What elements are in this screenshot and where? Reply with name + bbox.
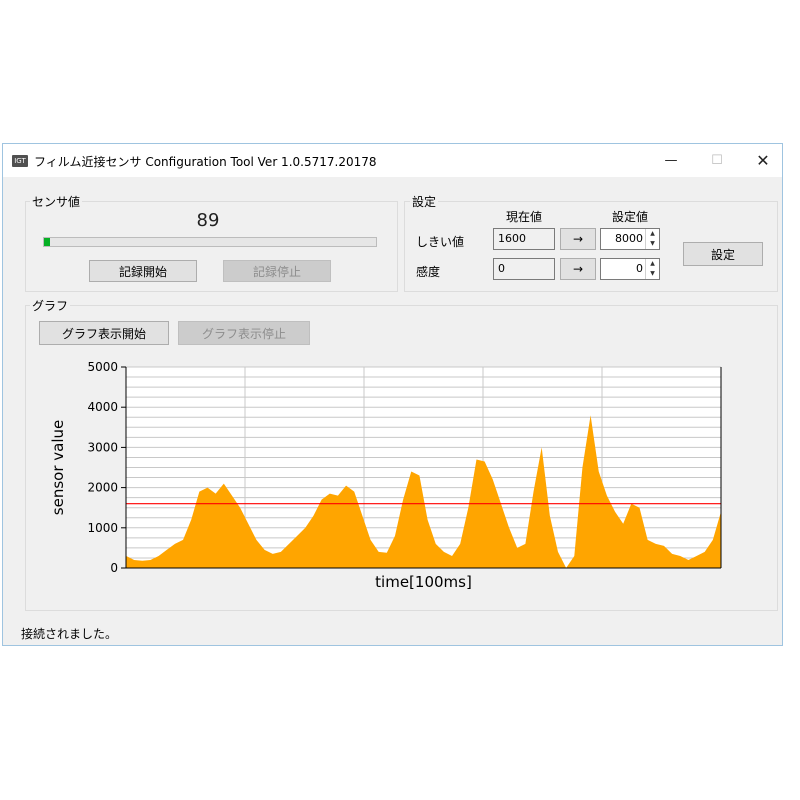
minimize-button[interactable]: — — [648, 144, 694, 177]
apply-settings-button[interactable]: 設定 — [683, 242, 763, 266]
sensor-progress-bar — [43, 237, 377, 247]
threshold-current-field: 1600 — [493, 228, 555, 250]
threshold-copy-button[interactable]: → — [560, 228, 596, 250]
settings-group-title: 設定 — [410, 193, 439, 210]
spin-up-icon[interactable]: ▲ — [646, 229, 659, 239]
spin-up-icon[interactable]: ▲ — [646, 259, 659, 269]
threshold-label: しきい値 — [416, 235, 465, 249]
graph-group-title: グラフ — [30, 297, 71, 314]
sensitivity-spin-arrows[interactable]: ▲ ▼ — [645, 259, 659, 279]
current-value-header: 現在値 — [506, 210, 543, 224]
sensor-value-readout: 89 — [196, 210, 220, 231]
maximize-button[interactable]: ☐ — [694, 144, 740, 177]
y-axis-label: sensor value — [49, 420, 67, 515]
stop-record-button[interactable]: 記録停止 — [223, 260, 331, 282]
setting-value-header: 設定値 — [612, 210, 649, 224]
y-tick-label: 2000 — [87, 481, 118, 495]
y-tick-label: 4000 — [87, 400, 118, 414]
threshold-spin-arrows[interactable]: ▲ ▼ — [645, 229, 659, 249]
x-axis-label: time[100ms] — [375, 573, 472, 591]
window-title: フィルム近接センサ Configuration Tool Ver 1.0.571… — [34, 155, 377, 169]
y-tick-label: 3000 — [87, 440, 118, 454]
sensitivity-current-field: 0 — [493, 258, 555, 280]
threshold-setting-stepper[interactable]: 8000 ▲ ▼ — [600, 228, 660, 250]
spin-down-icon[interactable]: ▼ — [646, 239, 659, 249]
y-tick-label: 0 — [110, 561, 118, 575]
y-tick-label: 1000 — [87, 521, 118, 535]
sensitivity-setting-value: 0 — [636, 262, 643, 275]
app-icon: IGT — [12, 155, 28, 167]
sensitivity-copy-button[interactable]: → — [560, 258, 596, 280]
sensor-group-title: センサ値 — [30, 193, 83, 210]
sensitivity-setting-stepper[interactable]: 0 ▲ ▼ — [600, 258, 660, 280]
close-button[interactable]: ✕ — [740, 144, 786, 177]
start-record-button[interactable]: 記録開始 — [89, 260, 197, 282]
start-graph-button[interactable]: グラフ表示開始 — [39, 321, 169, 345]
sensor-progress-fill — [44, 238, 50, 246]
spin-down-icon[interactable]: ▼ — [646, 269, 659, 279]
sensitivity-label: 感度 — [416, 265, 441, 279]
status-bar-text: 接続されました。 — [21, 627, 118, 641]
y-tick-label: 5000 — [87, 360, 118, 374]
stop-graph-button[interactable]: グラフ表示停止 — [178, 321, 310, 345]
title-bar[interactable]: IGT フィルム近接センサ Configuration Tool Ver 1.0… — [3, 144, 782, 177]
sensor-chart: 0 1000 2000 3000 4000 5000 time[100ms] sensor v… — [49, 360, 722, 591]
app-window: IGT フィルム近接センサ Configuration Tool Ver 1.0… — [2, 143, 783, 646]
threshold-setting-value: 8000 — [615, 232, 643, 245]
